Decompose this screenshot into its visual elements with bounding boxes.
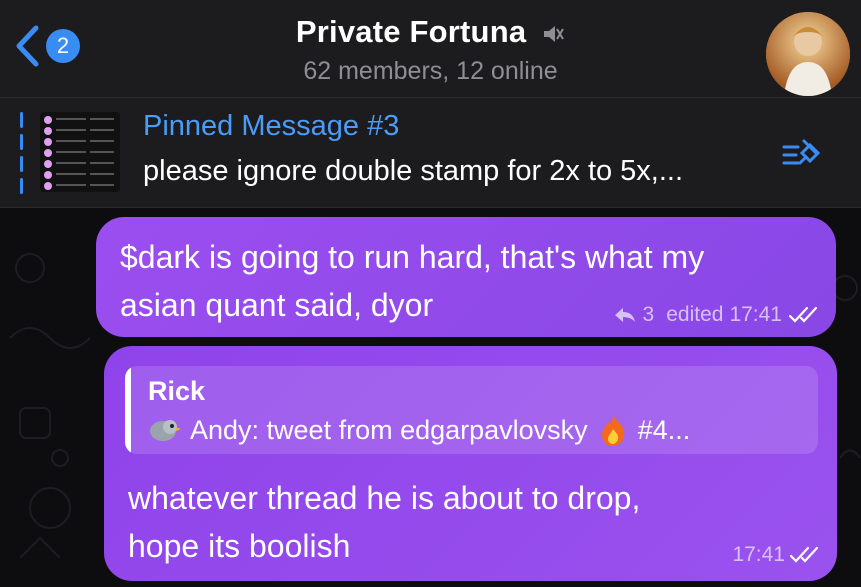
chat-subtitle: 62 members, 12 online (303, 57, 558, 85)
chat-title-area[interactable]: Private Fortuna 62 members, 12 online (0, 14, 861, 86)
reply-preview: Andy: tweet from edgarpavlovsky #4... (148, 413, 690, 447)
edited-label: edited (666, 303, 724, 326)
message-meta: 3 edited 17:41 (613, 303, 820, 327)
avatar-image (766, 12, 850, 96)
reply-arrow-icon (614, 308, 635, 322)
message-meta: 17:41 (732, 543, 821, 567)
group-avatar[interactable] (766, 12, 850, 96)
message-bubble-outgoing[interactable]: $dark is going to run hard, that's what … (96, 217, 836, 337)
pinned-title: Pinned Message #3 (143, 110, 400, 142)
reply-count: 3 (642, 303, 655, 326)
reply-quote-bar (125, 366, 131, 454)
double-check-icon (789, 546, 819, 563)
double-check-icon (788, 306, 818, 323)
reply-author: Rick (148, 376, 206, 406)
mute-icon (544, 25, 564, 42)
message-text: whatever thread he is about to drop, hop… (128, 480, 641, 564)
message-time: 17:41 (732, 543, 785, 566)
bird-emoji-icon (150, 420, 181, 441)
pinned-indicator (20, 112, 24, 196)
chat-header: 2 Private Fortuna 62 members, 12 online (0, 0, 861, 98)
message-bubble-outgoing[interactable]: Rick Andy: tweet from edgarpavlovsky #4.… (104, 346, 837, 581)
pin-list-icon[interactable] (782, 137, 824, 173)
chat-title: Private Fortuna (0, 14, 861, 50)
fire-emoji-icon (601, 415, 625, 446)
pinned-message-bar[interactable]: Pinned Message #3 please ignore double s… (0, 98, 861, 208)
reply-quote[interactable]: Rick Andy: tweet from edgarpavlovsky #4.… (125, 366, 818, 454)
message-time: 17:41 (729, 303, 782, 326)
pinned-text: please ignore double stamp for 2x to 5x,… (143, 155, 684, 187)
pinned-thumbnail (40, 112, 120, 192)
